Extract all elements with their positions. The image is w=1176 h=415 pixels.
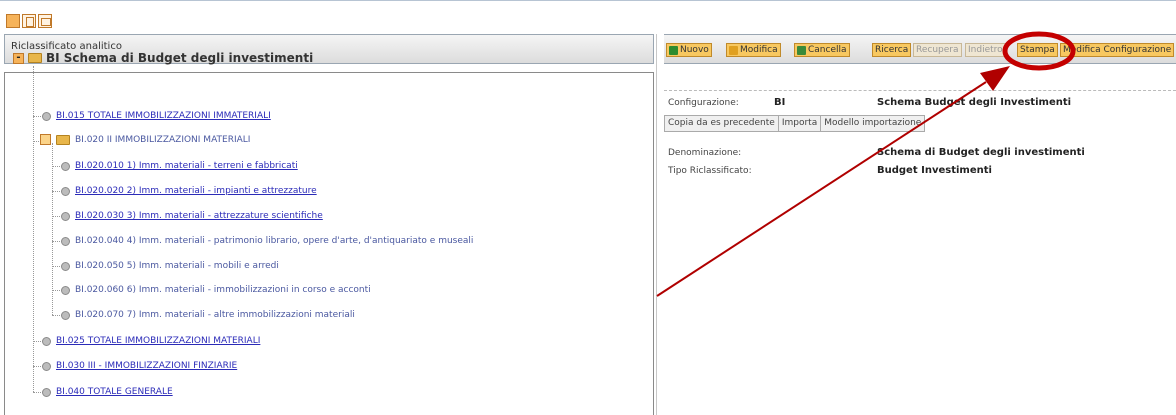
collapse-icon[interactable]: - (13, 52, 24, 64)
edit-button[interactable]: Modifica (726, 43, 781, 57)
node-icon (61, 161, 70, 171)
folder-open-icon (28, 53, 42, 63)
tree-connector (33, 66, 34, 392)
layout-split-horizontal-icon[interactable] (38, 14, 52, 28)
print-button[interactable]: Stampa (1017, 43, 1058, 57)
type-label: Tipo Riclassificato: (668, 166, 752, 176)
layout-switcher (6, 14, 52, 28)
collapse-icon[interactable] (40, 134, 51, 145)
tree-node-link[interactable]: BI.015 TOTALE IMMOBILIZZAZIONI IMMATERIA… (56, 111, 271, 121)
toolbar: Nuovo Modifica Cancella Ricerca Recupera… (664, 34, 1176, 64)
tree-node[interactable]: BI.020.030 3) Imm. materiali - attrezzat… (61, 211, 323, 221)
tree-node-link[interactable]: BI.025 TOTALE IMMOBILIZZAZIONI MATERIALI (56, 336, 260, 346)
configuration-label: Configurazione: (668, 98, 739, 108)
tab-import[interactable]: Importa (777, 115, 822, 132)
tree-connector (33, 116, 41, 117)
print-button-label: Stampa (1020, 45, 1055, 55)
tree-connector (33, 366, 41, 367)
tree-connector (52, 241, 60, 242)
node-icon (61, 261, 70, 271)
delete-icon (797, 45, 806, 55)
tree-node-link[interactable]: BI.020.040 4) Imm. materiali - patrimoni… (75, 236, 473, 246)
back-button-label: Indietro (968, 45, 1003, 55)
tree-node[interactable]: BI.020.050 5) Imm. materiali - mobili e … (61, 261, 279, 271)
tab-import-model[interactable]: Modello importazione (820, 115, 926, 132)
tree-node[interactable]: BI.020.040 4) Imm. materiali - patrimoni… (61, 236, 473, 246)
node-icon (61, 211, 70, 221)
tree-node[interactable]: BI.020.070 7) Imm. materiali - altre imm… (61, 310, 355, 320)
tree-panel: Riclassificato analitico (4, 34, 654, 415)
configuration-value: Schema Budget degli Investimenti (877, 97, 1072, 108)
node-icon (42, 361, 51, 371)
tree-root[interactable]: - BI Schema di Budget degli investimenti (13, 51, 313, 65)
tree-node[interactable]: BI.040 TOTALE GENERALE (42, 387, 173, 397)
tree-node-link[interactable]: BI.020.070 7) Imm. materiali - altre imm… (75, 310, 355, 320)
action-tabs: Copia da es precedente Importa Modello i… (664, 115, 926, 132)
edit-icon (729, 45, 738, 55)
tree-node[interactable]: BI.015 TOTALE IMMOBILIZZAZIONI IMMATERIA… (42, 111, 271, 121)
recover-button[interactable]: Recupera (913, 43, 962, 57)
detail-panel: Nuovo Modifica Cancella Ricerca Recupera… (664, 34, 1176, 415)
layout-split-vertical-icon[interactable] (22, 14, 36, 28)
tree-node-link[interactable]: BI.020 II IMMOBILIZZAZIONI MATERIALI (75, 135, 250, 145)
node-icon (42, 387, 51, 397)
tree-node[interactable]: BI.020.010 1) Imm. materiali - terreni e… (61, 161, 298, 171)
node-icon (42, 111, 51, 121)
recover-button-label: Recupera (916, 45, 959, 55)
tree-connector (52, 290, 60, 291)
node-icon (61, 186, 70, 196)
tree-connector (33, 141, 39, 142)
tree-node-link[interactable]: BI.020.050 5) Imm. materiali - mobili e … (75, 261, 279, 271)
divider (664, 90, 1176, 91)
tree-node-link[interactable]: BI.040 TOTALE GENERALE (56, 387, 173, 397)
edit-button-label: Modifica (740, 45, 778, 55)
folder-open-icon (56, 134, 70, 145)
tree-node-link[interactable]: BI.030 III - IMMOBILIZZAZIONI FINZIARIE (56, 361, 237, 371)
denomination-value: Schema di Budget degli investimenti (877, 147, 1085, 158)
delete-button[interactable]: Cancella (794, 43, 850, 57)
tree-connector (33, 341, 41, 342)
top-border (0, 0, 1176, 1)
tree-connector (52, 315, 60, 316)
tree-connector (52, 266, 60, 267)
tree-node-link[interactable]: BI.020.010 1) Imm. materiali - terreni e… (75, 161, 298, 171)
node-icon (61, 310, 70, 320)
node-icon (61, 236, 70, 246)
tree-connector (52, 191, 60, 192)
edit-configuration-button-label: Modifica Configurazione (1063, 45, 1172, 55)
search-button[interactable]: Ricerca (872, 43, 912, 57)
search-button-label: Ricerca (875, 45, 909, 55)
tab-copy-previous[interactable]: Copia da es precedente (664, 115, 779, 132)
tree-node-link[interactable]: BI.020.030 3) Imm. materiali - attrezzat… (75, 211, 323, 221)
tree-root-label: BI Schema di Budget degli investimenti (46, 51, 314, 65)
tree-node-link[interactable]: BI.020.060 6) Imm. materiali - immobiliz… (75, 285, 371, 295)
delete-button-label: Cancella (808, 45, 847, 55)
edit-configuration-button[interactable]: Modifica Configurazione (1060, 43, 1175, 57)
node-icon (61, 285, 70, 295)
tree-node[interactable]: BI.025 TOTALE IMMOBILIZZAZIONI MATERIALI (42, 336, 260, 346)
tree-node-expanded[interactable]: BI.020 II IMMOBILIZZAZIONI MATERIALI (40, 134, 250, 145)
new-button-label: Nuovo (680, 45, 709, 55)
denomination-label: Denominazione: (668, 148, 742, 158)
layout-single-icon[interactable] (6, 14, 20, 28)
tree-node[interactable]: BI.020.060 6) Imm. materiali - immobiliz… (61, 285, 371, 295)
tree-connector (33, 392, 41, 393)
new-icon (669, 45, 678, 55)
tree-connector (52, 216, 60, 217)
new-button[interactable]: Nuovo (666, 43, 712, 57)
tree-node-link[interactable]: BI.020.020 2) Imm. materiali - impianti … (75, 186, 317, 196)
panel-splitter[interactable] (656, 34, 657, 415)
tree-connector (52, 166, 60, 167)
configuration-code: BI (774, 97, 786, 108)
tree-node[interactable]: BI.020.020 2) Imm. materiali - impianti … (61, 186, 317, 196)
node-icon (42, 336, 51, 346)
back-button[interactable]: Indietro (965, 43, 1006, 57)
type-value: Budget Investimenti (877, 165, 992, 176)
tree-node[interactable]: BI.030 III - IMMOBILIZZAZIONI FINZIARIE (42, 361, 237, 371)
